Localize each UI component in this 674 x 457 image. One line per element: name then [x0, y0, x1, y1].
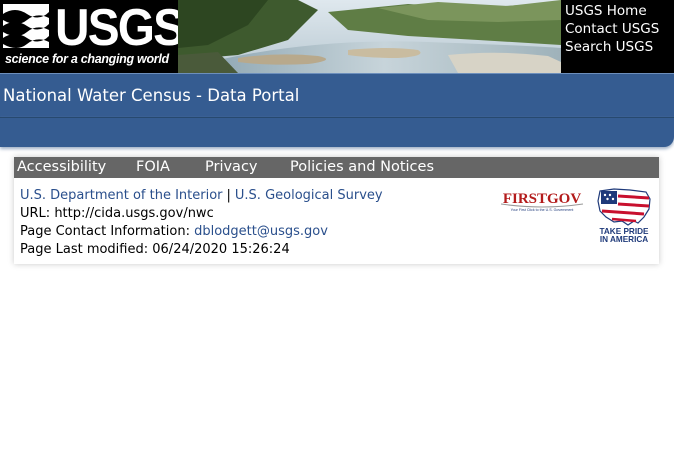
firstgov-tagline: Your First Click to the U.S. Government	[511, 208, 574, 212]
footer-agency-row: U.S. Department of the Interior | U.S. Geo…	[20, 187, 383, 205]
modified-value: 06/24/2020 15:26:24	[152, 242, 290, 257]
footer-link-foia[interactable]: FOIA	[136, 158, 170, 177]
footer-link-privacy[interactable]: Privacy	[205, 158, 258, 177]
footer-nav: Accessibility FOIA Privacy Policies and …	[14, 157, 659, 178]
title-bar: National Water Census - Data Portal	[0, 73, 674, 117]
footer-contact-row: Page Contact Information: dblodgett@usgs…	[20, 223, 383, 241]
usgs-link[interactable]: U.S. Geological Survey	[235, 188, 383, 203]
footer-url-row: URL: http://cida.usgs.gov/nwc	[20, 205, 383, 223]
footer-link-accessibility[interactable]: Accessibility	[17, 158, 106, 177]
contact-usgs-link[interactable]: Contact USGS	[561, 20, 674, 38]
contact-label: Page Contact Information:	[20, 224, 190, 239]
header-links: USGS Home Contact USGS Search USGS	[561, 0, 674, 73]
firstgov-wordmark: FIRSTGOV	[503, 191, 582, 207]
footer-info: U.S. Department of the Interior | U.S. Geo…	[20, 187, 383, 259]
river-banner-image	[178, 0, 561, 73]
search-usgs-link[interactable]: Search USGS	[561, 38, 674, 56]
url-value: http://cida.usgs.gov/nwc	[54, 206, 214, 221]
sub-bar	[0, 117, 674, 147]
footer-panel: Accessibility FOIA Privacy Policies and …	[14, 157, 659, 264]
take-pride-logo[interactable]: TAKE PRIDE IN AMERICA	[594, 187, 654, 245]
usgs-logo[interactable]: USGS science for a changing world	[0, 0, 185, 73]
usgs-wave-icon	[3, 4, 49, 48]
usgs-home-link[interactable]: USGS Home	[561, 2, 674, 20]
page-title: National Water Census - Data Portal	[3, 86, 300, 105]
logo-wordmark: USGS	[55, 0, 185, 57]
pride-logo-line2: IN AMERICA	[600, 235, 648, 244]
firstgov-logo[interactable]: FIRSTGOV Your First Click to the U.S. Go…	[497, 188, 587, 214]
contact-email-link[interactable]: dblodgett@usgs.gov	[194, 224, 328, 239]
doi-link[interactable]: U.S. Department of the Interior	[20, 188, 223, 203]
footer-link-policies[interactable]: Policies and Notices	[290, 158, 434, 177]
footer-modified-row: Page Last modified: 06/24/2020 15:26:24	[20, 241, 383, 259]
link-separator: |	[226, 188, 231, 203]
url-label: URL:	[20, 206, 51, 221]
logo-tagline: science for a changing world	[5, 52, 169, 66]
site-header: USGS science for a changing world USGS H…	[0, 0, 674, 73]
modified-label: Page Last modified:	[20, 242, 149, 257]
